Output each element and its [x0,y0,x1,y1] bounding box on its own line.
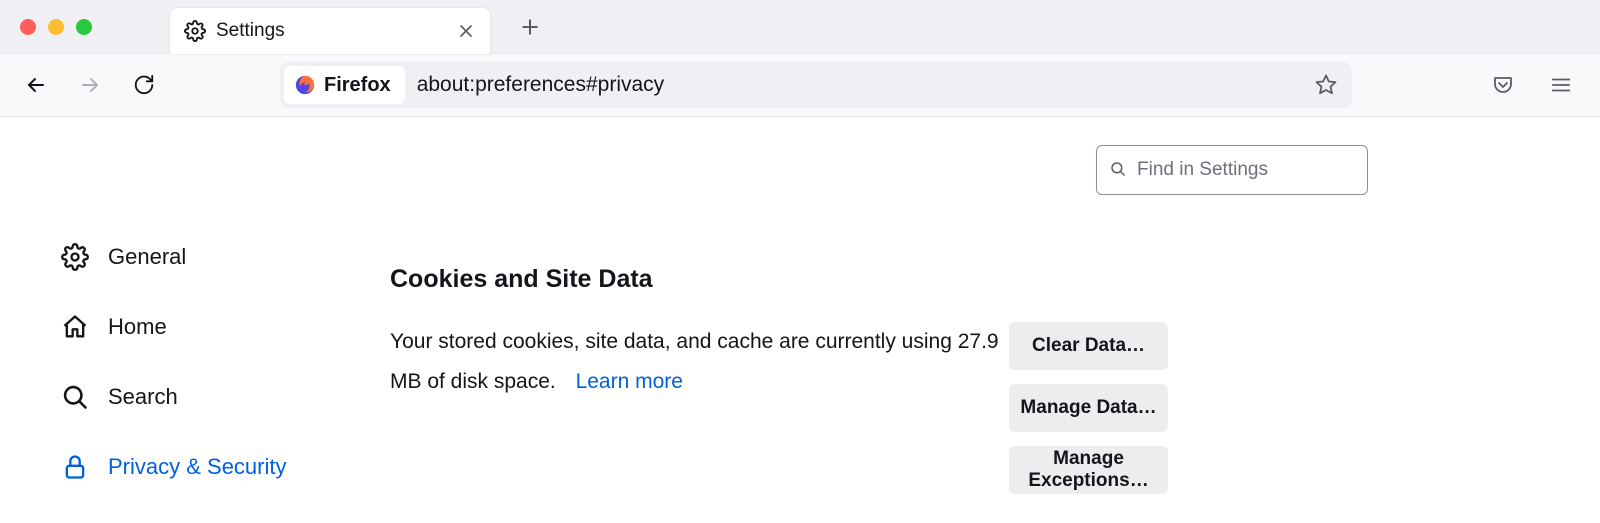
settings-search-input[interactable] [1137,159,1382,181]
gear-icon [184,20,206,42]
sidebar-item-search[interactable]: Search [60,362,390,432]
sidebar-item-label: Home [108,314,167,340]
settings-search[interactable] [1096,145,1368,195]
app-menu-icon[interactable] [1546,70,1576,100]
sidebar-item-privacy[interactable]: Privacy & Security [60,432,390,502]
tab-close-button[interactable] [456,21,476,41]
learn-more-link[interactable]: Learn more [576,370,683,393]
tab-title: Settings [216,20,446,42]
section-heading: Cookies and Site Data [390,265,1370,294]
toolbar-right [1488,70,1576,100]
window-close-button[interactable] [20,19,36,35]
window-minimize-button[interactable] [48,19,64,35]
firefox-logo-icon [294,74,316,96]
identity-chip[interactable]: Firefox [284,66,405,104]
search-icon [60,382,90,412]
lock-icon [60,452,90,482]
sidebar-item-label: Search [108,384,178,410]
section-description: Your stored cookies, site data, and cach… [390,322,1009,494]
window-zoom-button[interactable] [76,19,92,35]
pocket-icon[interactable] [1488,70,1518,100]
search-icon [1109,160,1127,180]
gear-icon [60,242,90,272]
home-icon [60,312,90,342]
identity-label: Firefox [324,74,391,97]
clear-data-button[interactable]: Clear Data… [1009,322,1168,370]
back-button[interactable] [18,67,54,103]
sidebar-item-label: Privacy & Security [108,454,287,480]
window-controls [12,19,100,35]
url-text: about:preferences#privacy [417,73,1312,97]
navigation-toolbar: Firefox about:preferences#privacy [0,54,1600,117]
reload-button[interactable] [126,67,162,103]
address-bar[interactable]: Firefox about:preferences#privacy [280,62,1352,108]
new-tab-button[interactable] [512,9,548,45]
settings-sidebar: General Home Search Privacy & Security [0,117,390,523]
settings-main: Cookies and Site Data Your stored cookie… [390,117,1600,523]
section-buttons: Clear Data… Manage Data… Manage Exceptio… [1009,322,1168,494]
sidebar-item-general[interactable]: General [60,222,390,292]
manage-data-button[interactable]: Manage Data… [1009,384,1168,432]
forward-button[interactable] [72,67,108,103]
browser-tab[interactable]: Settings [170,8,490,54]
manage-exceptions-button[interactable]: Manage Exceptions… [1009,446,1168,494]
bookmark-star-icon[interactable] [1312,71,1340,99]
description-text: Your stored cookies, site data, and cach… [390,330,999,393]
tab-strip: Settings [0,0,1600,54]
settings-content: General Home Search Privacy & Security [0,117,1600,523]
sidebar-item-label: General [108,244,186,270]
sidebar-item-home[interactable]: Home [60,292,390,362]
